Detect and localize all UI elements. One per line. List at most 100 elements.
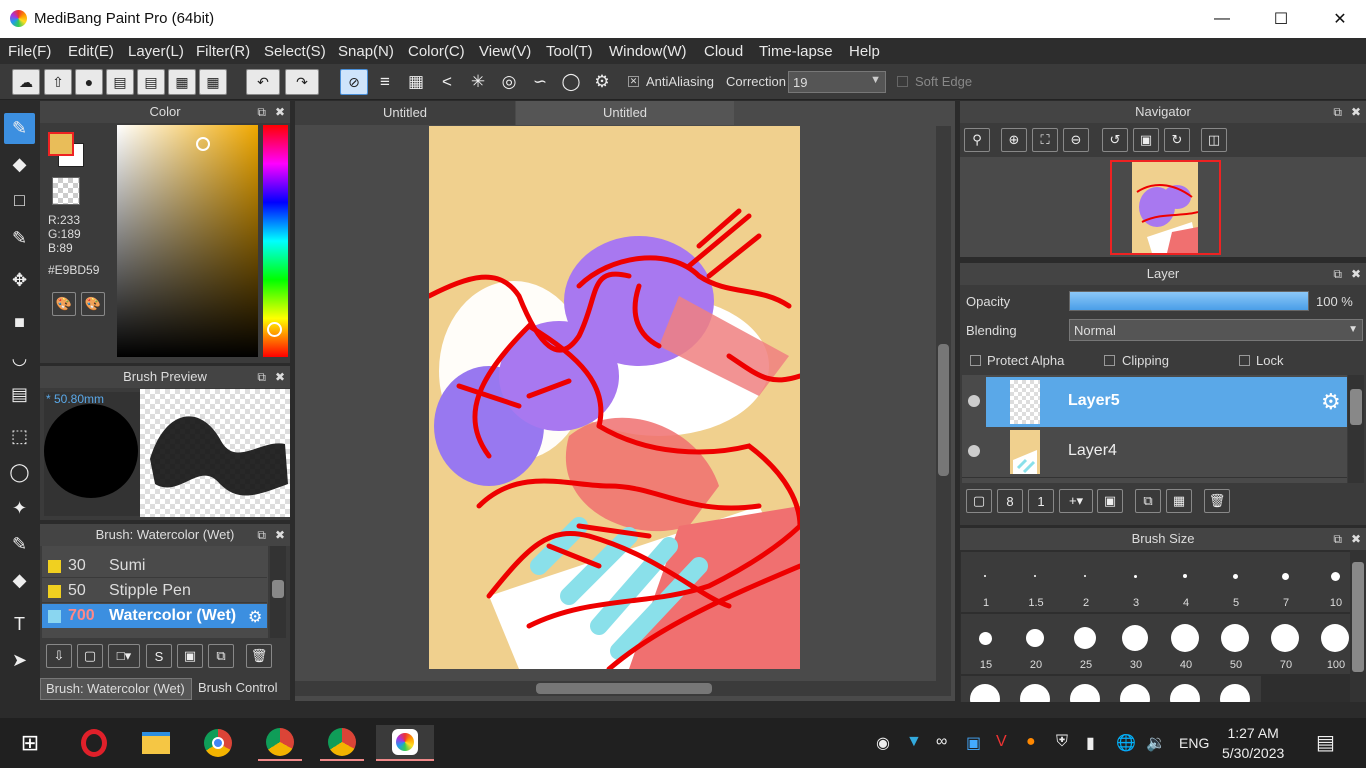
panel-close-icon[interactable]: ✖ — [1351, 263, 1361, 285]
brush-size-option[interactable]: 1 — [961, 552, 1011, 612]
vivaldi-icon[interactable]: V — [996, 733, 1007, 751]
move-tool-icon[interactable]: ✥ — [4, 265, 35, 296]
eraser-tool-icon[interactable]: ◆ — [4, 149, 35, 180]
new-brush-icon[interactable]: ▢ — [77, 644, 103, 668]
undock-icon[interactable]: ⧉ — [1333, 101, 1342, 123]
duplicate-layer-icon[interactable]: ⧉ — [1135, 489, 1161, 513]
minimize-button[interactable]: — — [1192, 0, 1252, 38]
share-icon[interactable]: ⇧ — [44, 69, 72, 95]
saturation-value-picker[interactable] — [117, 125, 258, 357]
brush-size-option[interactable]: 30 — [1111, 614, 1161, 674]
canvas-tab[interactable]: Untitled — [295, 101, 515, 125]
windows-start-icon[interactable]: ⊞ — [8, 725, 52, 761]
brush-size-option[interactable]: 3 — [1111, 552, 1161, 612]
vertical-scrollbar[interactable] — [936, 126, 951, 681]
brush-size-option[interactable]: 1.5 — [1011, 552, 1061, 612]
brush-size-option[interactable]: 50 — [1211, 614, 1261, 674]
brush-size-option[interactable] — [961, 676, 1011, 702]
fill-tool-icon[interactable]: ■ — [4, 307, 35, 338]
opacity-slider[interactable] — [1069, 291, 1309, 311]
brush-size-option[interactable] — [1011, 676, 1061, 702]
clipping-checkbox[interactable] — [1104, 355, 1115, 366]
palette-icon[interactable]: 🎨 — [52, 292, 76, 316]
menu-filter[interactable]: Filter(R) — [196, 43, 250, 60]
page-icon[interactable]: ▤ — [137, 69, 165, 95]
chrome-profile-icon[interactable] — [258, 725, 302, 761]
snap-circle-icon[interactable]: ◎ — [495, 69, 523, 95]
snap-settings-icon[interactable]: ⚙ — [588, 69, 616, 95]
undo-icon[interactable]: ↶ — [246, 69, 280, 95]
snap-parallel-icon[interactable]: ≡ — [371, 69, 399, 95]
duplicate-icon[interactable]: ⧉ — [208, 644, 234, 668]
reset-rotation-icon[interactable]: ▣ — [1133, 128, 1159, 152]
gradient-tool-icon[interactable]: ▤ — [4, 379, 35, 410]
snap-grid-icon[interactable]: ▦ — [402, 69, 430, 95]
battery-icon[interactable]: ▮ — [1086, 733, 1095, 753]
gear-icon[interactable]: ⚙ — [1321, 389, 1341, 415]
redo-icon[interactable]: ↷ — [285, 69, 319, 95]
brush-size-option[interactable]: 15 — [961, 614, 1011, 674]
brush-item[interactable]: 30 Sumi — [42, 554, 267, 578]
snap-perspective-icon[interactable]: < — [433, 69, 461, 95]
vpn-icon[interactable]: ▼ — [906, 733, 922, 751]
comment-icon[interactable]: ▤ — [106, 69, 134, 95]
script-brush-icon[interactable]: S — [146, 644, 172, 668]
brush-size-option[interactable]: 40 — [1161, 614, 1211, 674]
lock-checkbox[interactable] — [1239, 355, 1250, 366]
undock-icon[interactable]: ⧉ — [1333, 263, 1342, 285]
new-halftone-layer-icon[interactable]: 8 — [997, 489, 1023, 513]
close-button[interactable]: ✕ — [1310, 0, 1366, 38]
correction-select[interactable]: 19 ▼ — [788, 71, 886, 93]
text-tool-icon[interactable]: T — [4, 609, 35, 640]
menu-tool[interactable]: Tool(T) — [546, 43, 593, 60]
palette-settings-icon[interactable]: 🎨 — [81, 292, 105, 316]
blending-select[interactable]: Normal ▼ — [1069, 319, 1363, 341]
antialiasing-checkbox[interactable]: ✕ — [628, 76, 639, 87]
rotate-left-icon[interactable]: ↺ — [1102, 128, 1128, 152]
hue-cursor[interactable] — [267, 322, 282, 337]
fit-window-icon[interactable]: ⛶ — [1032, 128, 1058, 152]
brush-size-option[interactable]: 4 — [1161, 552, 1211, 612]
magic-wand-tool-icon[interactable]: ✦ — [4, 493, 35, 524]
zoom-out-icon[interactable]: ⊖ — [1063, 128, 1089, 152]
hue-slider[interactable] — [263, 125, 288, 357]
scrollbar-thumb[interactable] — [272, 580, 284, 598]
menu-edit[interactable]: Edit(E) — [68, 43, 114, 60]
brush-size-option[interactable] — [1061, 676, 1111, 702]
menu-select[interactable]: Select(S) — [264, 43, 326, 60]
medibang-taskbar-icon[interactable] — [376, 725, 434, 761]
select-pen-tool-icon[interactable]: ✎ — [4, 529, 35, 560]
undock-icon[interactable]: ⧉ — [257, 366, 266, 388]
snap-radial-icon[interactable]: ✳ — [464, 69, 492, 95]
panel-close-icon[interactable]: ✖ — [275, 101, 285, 123]
layer-row[interactable]: Layer4 — [962, 427, 1347, 477]
drawing-canvas[interactable] — [429, 126, 800, 669]
trash-icon[interactable]: 🗑 — [246, 644, 272, 668]
undock-icon[interactable]: ⧉ — [257, 101, 266, 123]
bucket-tool-icon[interactable]: ◡ — [4, 343, 35, 374]
brush-item-selected[interactable]: 700 Watercolor (Wet) ⚙ — [42, 604, 267, 628]
brush-item[interactable]: 50 Stipple Pen — [42, 579, 267, 603]
menu-cloud[interactable]: Cloud — [704, 43, 743, 60]
scrollbar-thumb[interactable] — [1352, 562, 1364, 672]
rotate-right-icon[interactable]: ↻ — [1164, 128, 1190, 152]
brush-size-option[interactable] — [1211, 676, 1261, 702]
sv-cursor[interactable] — [196, 137, 210, 151]
transparent-color-swatch[interactable] — [52, 177, 80, 205]
navigator-viewport[interactable] — [1110, 160, 1221, 255]
snap-off-icon[interactable]: ⊘ — [340, 69, 368, 95]
volume-icon[interactable]: 🔉 — [1146, 733, 1166, 753]
notification-icon[interactable]: ▤ — [1316, 730, 1335, 755]
add-brush-dropdown-icon[interactable]: □▾ — [108, 644, 140, 668]
brush-size-option[interactable]: 10 — [1311, 552, 1350, 612]
canvas-tab-active[interactable]: Untitled — [516, 101, 734, 125]
menu-color[interactable]: Color(C) — [408, 43, 465, 60]
tab-brush[interactable]: Brush: Watercolor (Wet) — [40, 678, 192, 700]
file-explorer-icon[interactable] — [134, 725, 178, 761]
zoom-in-icon[interactable]: ⊕ — [1001, 128, 1027, 152]
menu-layer[interactable]: Layer(L) — [128, 43, 184, 60]
globe-icon[interactable]: 🌐 — [1116, 733, 1136, 753]
brush-tool-icon[interactable]: ✎ — [4, 113, 35, 144]
avast-icon[interactable]: ● — [1026, 733, 1036, 751]
gear-icon[interactable]: ⚙ — [248, 607, 262, 627]
